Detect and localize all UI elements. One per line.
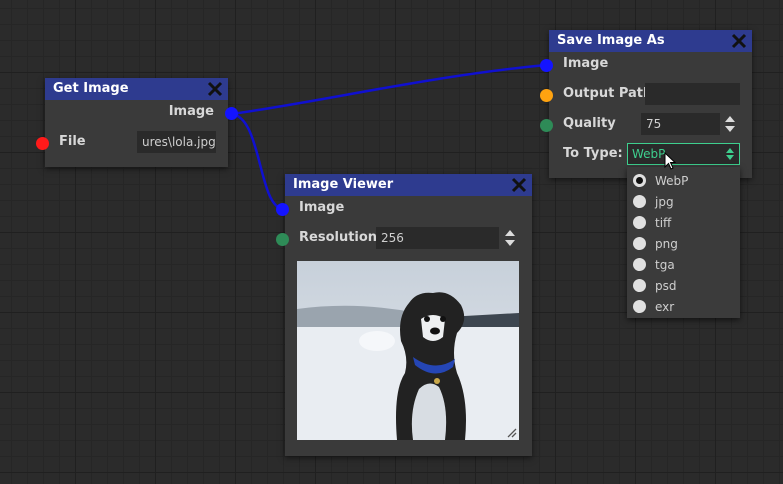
radio-icon: [633, 216, 646, 229]
file-label: File: [59, 134, 86, 149]
option-label: WebP: [655, 174, 689, 188]
radio-icon: [633, 237, 646, 250]
to-type-label: To Type:: [563, 146, 623, 161]
wire-getimage-to-imageviewer: [231, 112, 284, 211]
get-image-output-row: Image: [45, 100, 228, 124]
image-preview: [297, 261, 519, 440]
spinner-arrows-icon[interactable]: [723, 113, 737, 135]
get-image-output-image-port[interactable]: [225, 107, 238, 120]
file-path-field[interactable]: ures\lola.jpg: [137, 131, 216, 153]
input-image-label: Image: [299, 200, 345, 215]
output-path-label: Output Path: [563, 86, 653, 101]
radio-icon: [633, 258, 646, 271]
option-label: tga: [655, 258, 675, 272]
mouse-pointer-icon: [664, 152, 676, 170]
image-viewer-resolution-port[interactable]: [276, 233, 289, 246]
to-type-dropdown-list[interactable]: WebP jpg tiff png tga psd exr: [627, 167, 740, 318]
output-path-input[interactable]: [645, 83, 740, 105]
quality-row: Quality 75: [549, 112, 752, 136]
radio-icon: [633, 195, 646, 208]
radio-icon: [633, 279, 646, 292]
output-image-label: Image: [168, 104, 214, 119]
save-image-input-row: Image: [549, 52, 752, 76]
option-label: exr: [655, 300, 675, 314]
close-icon[interactable]: [207, 81, 223, 97]
photo-of-dog-in-snow-icon: [297, 261, 519, 440]
to-type-select[interactable]: WebP: [627, 143, 740, 165]
option-label: tiff: [655, 216, 672, 230]
wire-getimage-to-saveimage: [231, 63, 547, 116]
resolution-row: Resolution 256: [285, 226, 532, 250]
close-icon[interactable]: [511, 177, 527, 193]
save-image-input-image-port[interactable]: [540, 59, 553, 72]
get-image-title: Get Image: [53, 81, 129, 96]
get-image-file-input-port[interactable]: [36, 137, 49, 150]
get-image-header[interactable]: Get Image: [45, 78, 228, 100]
image-viewer-title: Image Viewer: [293, 177, 394, 192]
quality-input-port[interactable]: [540, 119, 553, 132]
to-type-row: To Type: WebP: [549, 142, 752, 166]
quality-input[interactable]: 75: [641, 113, 720, 135]
input-image-label: Image: [563, 56, 609, 71]
option-label: png: [655, 237, 678, 251]
image-viewer-input-row: Image: [285, 196, 532, 220]
output-path-row: Output Path: [549, 82, 752, 106]
save-image-title: Save Image As: [557, 33, 665, 48]
radio-icon: [633, 300, 646, 313]
option-label: psd: [655, 279, 677, 293]
get-image-node[interactable]: Get Image Image File ures\lola.jpg: [45, 78, 228, 167]
resize-grip-icon[interactable]: [507, 428, 517, 438]
to-type-selected-value: WebP: [632, 147, 666, 161]
save-image-node[interactable]: Save Image As Image Output Path Quality …: [549, 30, 752, 178]
get-image-file-row: File ures\lola.jpg: [45, 130, 228, 154]
spinner-arrows-icon[interactable]: [503, 227, 517, 249]
resolution-label: Resolution: [299, 230, 378, 245]
image-viewer-node[interactable]: Image Viewer Image Resolution 256: [285, 174, 532, 456]
option-label: jpg: [655, 195, 674, 209]
updown-arrows-icon: [726, 148, 734, 160]
close-icon[interactable]: [731, 33, 747, 49]
save-image-header[interactable]: Save Image As: [549, 30, 752, 52]
radio-selected-icon: [633, 174, 646, 187]
quality-label: Quality: [563, 116, 616, 131]
image-viewer-input-image-port[interactable]: [276, 203, 289, 216]
image-viewer-header[interactable]: Image Viewer: [285, 174, 532, 196]
output-path-input-port[interactable]: [540, 89, 553, 102]
resolution-input[interactable]: 256: [376, 227, 499, 249]
